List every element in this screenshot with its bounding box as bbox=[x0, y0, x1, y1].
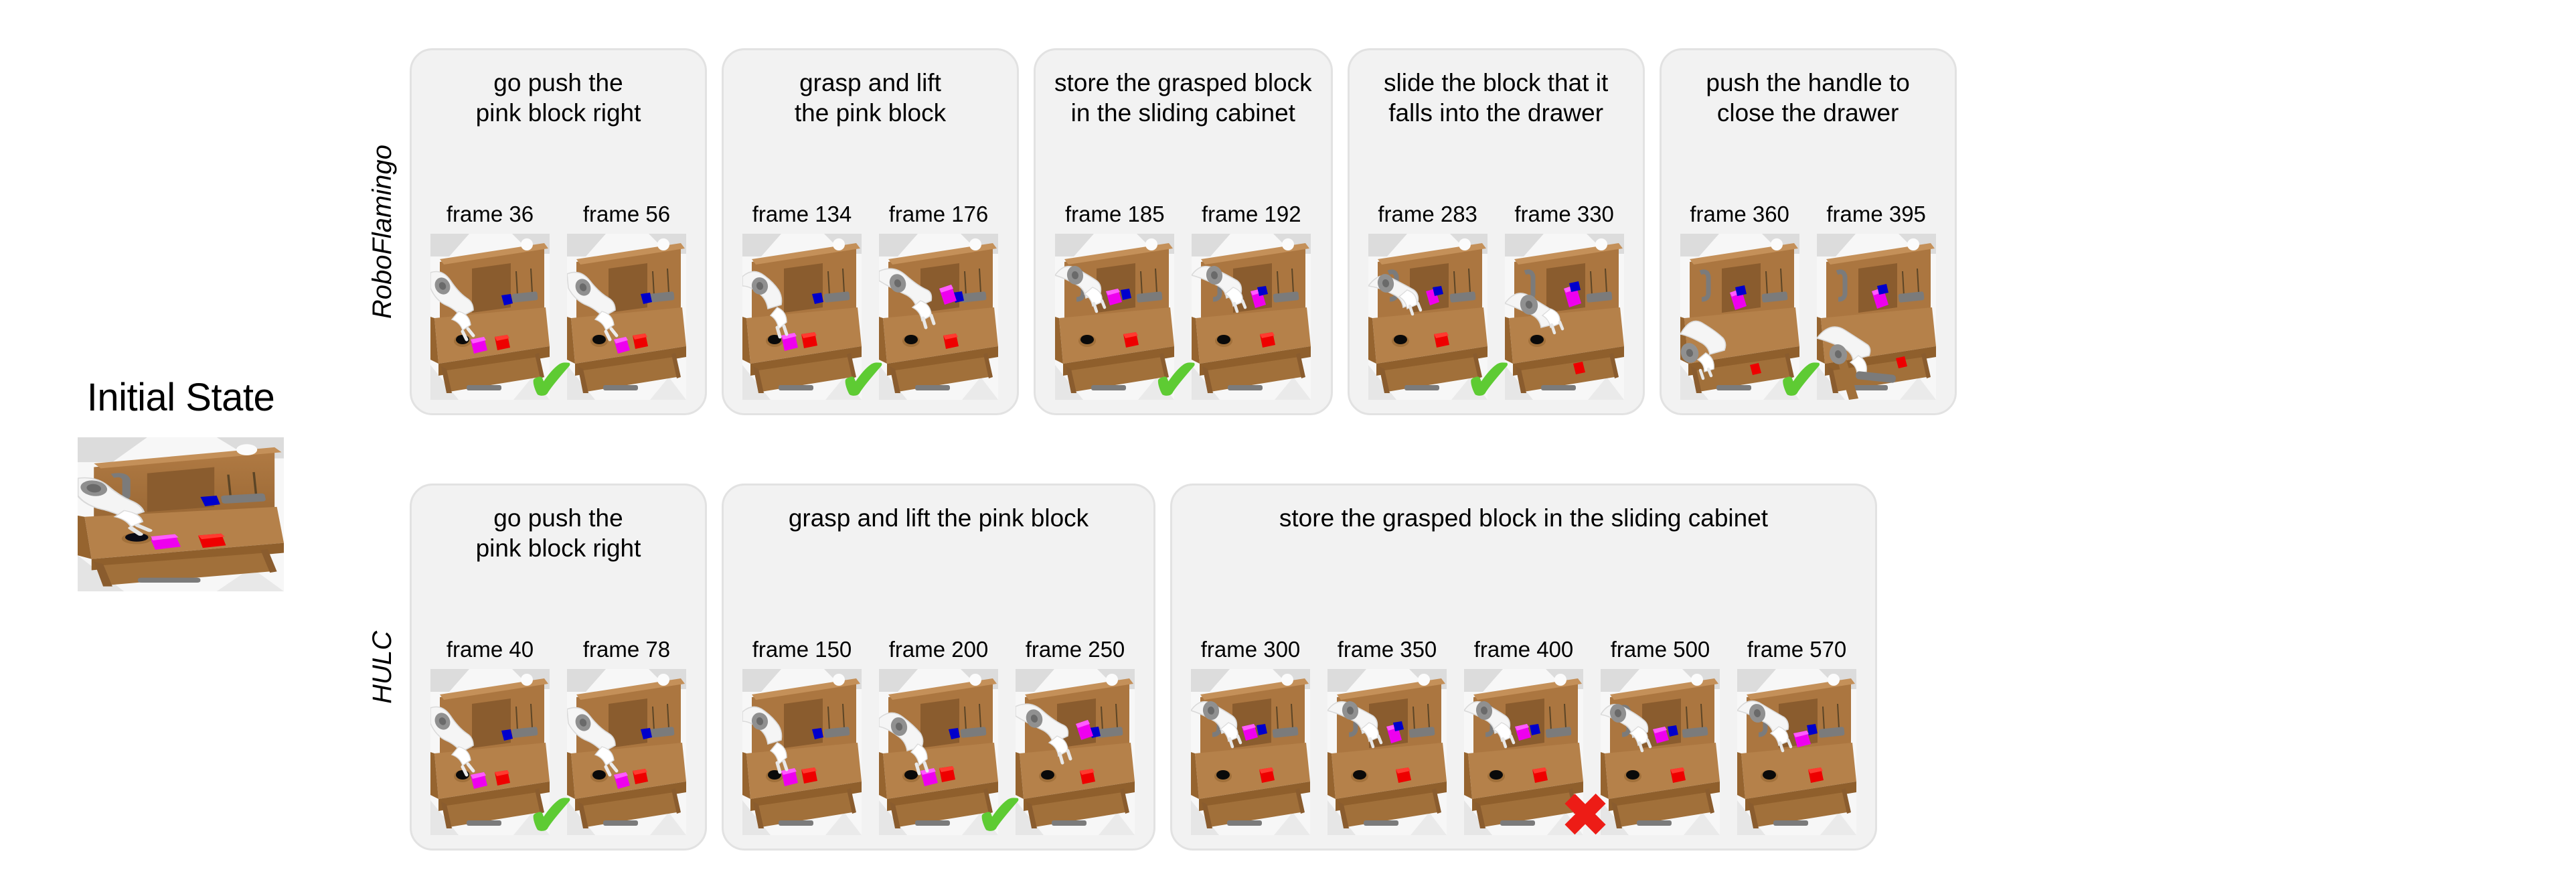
task-panel[interactable]: slide the block that it falls into the d… bbox=[1347, 48, 1645, 415]
task-panel[interactable]: grasp and lift the pink block frame 150 … bbox=[722, 484, 1155, 851]
task-panel[interactable]: go push the pink block right frame 40 fr… bbox=[410, 484, 707, 851]
frame-item[interactable]: frame 56 bbox=[567, 202, 686, 400]
frame-label: frame 176 bbox=[888, 202, 989, 226]
task-instruction: grasp and lift the pink block bbox=[794, 69, 947, 127]
frame-label: frame 500 bbox=[1610, 637, 1710, 662]
verdict-check-icon: ✔ bbox=[839, 348, 888, 413]
initial-state-thumbnail bbox=[78, 437, 284, 591]
scene-thumbnail bbox=[567, 234, 686, 400]
frame-label: frame 200 bbox=[888, 637, 989, 662]
task-panel[interactable]: grasp and lift the pink block frame 134 … bbox=[722, 48, 1019, 415]
frame-label: frame 300 bbox=[1200, 637, 1301, 662]
task-instruction: store the grasped block in the sliding c… bbox=[1054, 69, 1312, 127]
verdict-check-icon: ✔ bbox=[1777, 348, 1826, 413]
model-label-roboflamingo: RoboFlamingo bbox=[367, 144, 397, 319]
verdict-check-icon: ✔ bbox=[527, 784, 576, 848]
frame-item[interactable]: frame 176 bbox=[879, 202, 998, 400]
scene-thumbnail bbox=[1737, 669, 1856, 835]
scene-thumbnail bbox=[742, 669, 862, 835]
task-instruction: slide the block that it falls into the d… bbox=[1384, 69, 1609, 127]
frame-label: frame 400 bbox=[1473, 637, 1574, 662]
frame-label: frame 36 bbox=[446, 202, 534, 226]
frame-item[interactable]: frame 192 bbox=[1192, 202, 1311, 400]
task-panel[interactable]: store the grasped block in the sliding c… bbox=[1034, 48, 1333, 415]
task-panel[interactable]: store the grasped block in the sliding c… bbox=[1170, 484, 1877, 851]
figure-root: Initial State RoboFlamingo go push the p… bbox=[0, 0, 2576, 884]
frame-label: frame 134 bbox=[752, 202, 852, 226]
frame-label: frame 250 bbox=[1025, 637, 1125, 662]
frame-label: frame 570 bbox=[1747, 637, 1847, 662]
frame-item[interactable]: frame 395 bbox=[1817, 202, 1936, 400]
panel-list-roboflamingo: go push the pink block right frame 36 fr… bbox=[410, 48, 1957, 415]
model-label-hulc-wrap: HULC bbox=[355, 484, 410, 851]
frame-item[interactable]: frame 300 bbox=[1191, 637, 1310, 835]
scene-thumbnail bbox=[1016, 669, 1135, 835]
scene-thumbnail bbox=[1327, 669, 1447, 835]
frame-label: frame 360 bbox=[1690, 202, 1789, 226]
frame-item[interactable]: frame 570 bbox=[1737, 637, 1856, 835]
scene-thumbnail bbox=[1191, 669, 1310, 835]
frame-label: frame 350 bbox=[1337, 637, 1437, 662]
frame-label: frame 192 bbox=[1202, 202, 1301, 226]
frame-item[interactable]: frame 150 bbox=[742, 637, 862, 835]
frame-label: frame 78 bbox=[582, 637, 671, 662]
scene-thumbnail bbox=[1601, 669, 1720, 835]
initial-state-title: Initial State bbox=[86, 376, 275, 419]
panel-list-hulc: go push the pink block right frame 40 fr… bbox=[410, 484, 1877, 851]
verdict-check-icon: ✔ bbox=[527, 348, 576, 413]
scene-thumbnail bbox=[1192, 234, 1311, 400]
frame-item[interactable]: frame 330 bbox=[1505, 202, 1624, 400]
row-roboflamingo: RoboFlamingo go push the pink block righ… bbox=[355, 48, 1957, 415]
frame-label: frame 185 bbox=[1065, 202, 1165, 226]
verdict-check-icon: ✔ bbox=[975, 784, 1025, 848]
scene-thumbnail bbox=[1505, 234, 1624, 400]
frame-label: frame 150 bbox=[752, 637, 852, 662]
frame-strip: frame 150 frame 200 frame 250 bbox=[742, 637, 1135, 835]
frame-label: frame 330 bbox=[1514, 202, 1614, 226]
verdict-cross-icon: ✖ bbox=[1560, 784, 1610, 848]
task-panel[interactable]: push the handle to close the drawer fram… bbox=[1659, 48, 1957, 415]
task-instruction: grasp and lift the pink block bbox=[788, 504, 1089, 532]
scene-thumbnail bbox=[1817, 234, 1936, 400]
scene-thumbnail bbox=[879, 234, 998, 400]
model-label-roboflamingo-wrap: RoboFlamingo bbox=[355, 48, 410, 415]
verdict-check-icon: ✔ bbox=[1465, 348, 1514, 413]
frame-item[interactable]: frame 350 bbox=[1327, 637, 1447, 835]
frame-item[interactable]: frame 78 bbox=[567, 637, 686, 835]
frame-label: frame 56 bbox=[582, 202, 671, 226]
task-instruction: push the handle to close the drawer bbox=[1706, 69, 1910, 127]
task-panel[interactable]: go push the pink block right frame 36 fr… bbox=[410, 48, 707, 415]
frame-label: frame 395 bbox=[1826, 202, 1926, 226]
scene-thumbnail bbox=[567, 669, 686, 835]
row-hulc: HULC go push the pink block right frame … bbox=[355, 484, 1877, 851]
task-instruction: go push the pink block right bbox=[475, 69, 641, 127]
frame-label: frame 283 bbox=[1378, 202, 1477, 226]
frame-strip: frame 300 frame 350 frame 400 frame 500 … bbox=[1191, 637, 1856, 835]
verdict-check-icon: ✔ bbox=[1152, 348, 1201, 413]
task-instruction: store the grasped block in the sliding c… bbox=[1279, 504, 1769, 532]
frame-item[interactable]: frame 500 bbox=[1601, 637, 1720, 835]
initial-state-block: Initial State bbox=[40, 375, 321, 591]
model-label-hulc: HULC bbox=[367, 630, 397, 704]
task-instruction: go push the pink block right bbox=[475, 504, 641, 563]
frame-label: frame 40 bbox=[446, 637, 534, 662]
frame-item[interactable]: frame 250 bbox=[1016, 637, 1135, 835]
